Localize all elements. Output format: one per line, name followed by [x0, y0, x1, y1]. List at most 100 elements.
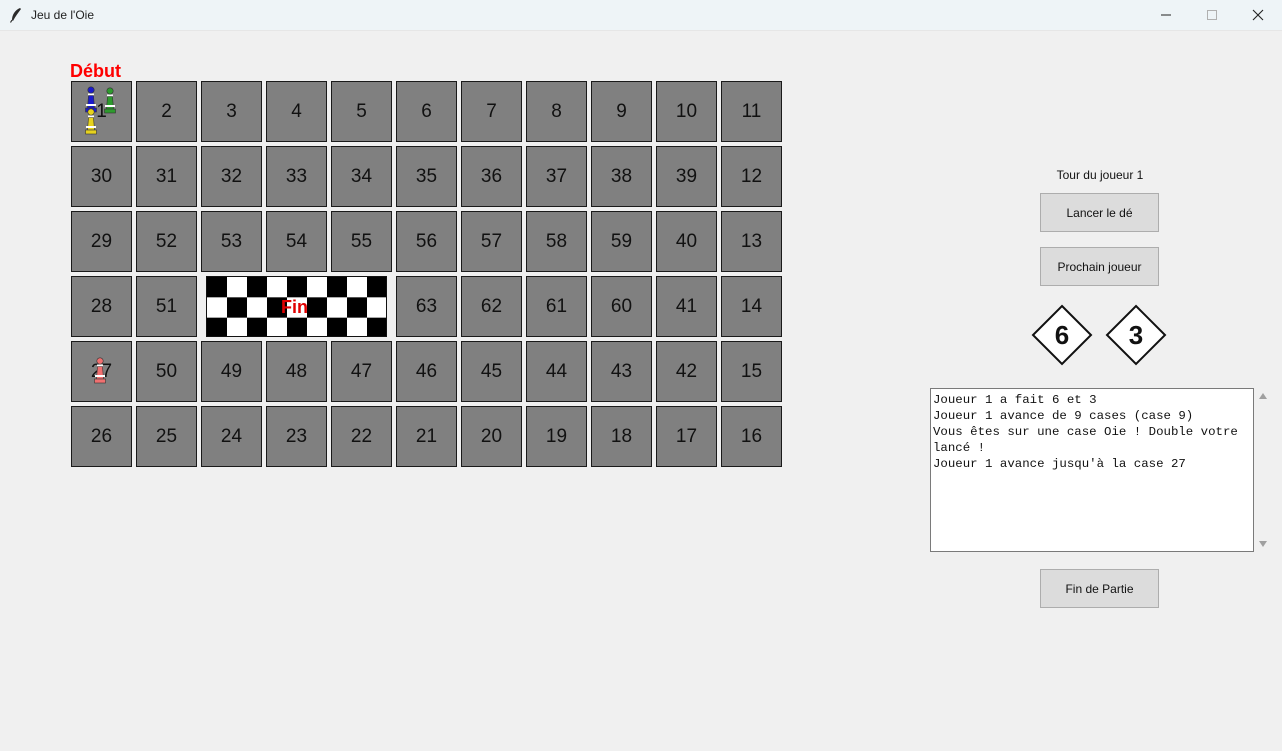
board-square: 61 [526, 276, 587, 337]
yellow-pawn-icon [84, 108, 98, 140]
roll-dice-button[interactable]: Lancer le dé [1040, 193, 1159, 232]
title-bar: Jeu de l'Oie [0, 0, 1282, 31]
finish-label: Fin [281, 297, 308, 317]
board-square: 36 [461, 146, 522, 207]
checker-square [347, 297, 368, 319]
next-player-button[interactable]: Prochain joueur [1040, 247, 1159, 286]
board-square: 25 [136, 406, 197, 467]
checker-square [367, 297, 386, 319]
board-square: 13 [721, 211, 782, 272]
board-square: 22 [331, 406, 392, 467]
checker-square [267, 317, 288, 336]
board-square: 51 [136, 276, 197, 337]
checker-square [227, 297, 248, 319]
board-square: 58 [526, 211, 587, 272]
checker-square [307, 297, 328, 319]
maximize-button[interactable] [1189, 0, 1235, 30]
board-square: 18 [591, 406, 652, 467]
game-log[interactable]: Joueur 1 a fait 6 et 3 Joueur 1 avance de… [930, 388, 1254, 552]
board-square: 12 [721, 146, 782, 207]
start-label: Début [70, 61, 121, 81]
checker-square [287, 317, 308, 336]
board-square: 7 [461, 81, 522, 142]
board-square: 28 [71, 276, 132, 337]
board-square: 29 [71, 211, 132, 272]
board-square: 5 [331, 81, 392, 142]
board-square: 1 [71, 81, 132, 142]
board-square: 31 [136, 146, 197, 207]
log-scrollbar[interactable] [1255, 388, 1271, 552]
board-square: 33 [266, 146, 327, 207]
checker-square [327, 277, 348, 298]
close-button[interactable] [1235, 0, 1281, 30]
die-1: 6 [1031, 304, 1093, 366]
board-square: 55 [331, 211, 392, 272]
board-square: 17 [656, 406, 717, 467]
board-square: 9 [591, 81, 652, 142]
board-square: 11 [721, 81, 782, 142]
die-2-value: 3 [1128, 319, 1144, 350]
maximize-icon [1207, 10, 1217, 20]
board-square: 2 [136, 81, 197, 142]
board-square: 26 [71, 406, 132, 467]
board-square: 4 [266, 81, 327, 142]
board-square: 56 [396, 211, 457, 272]
red-pawn-icon [93, 357, 107, 389]
scroll-up-icon[interactable] [1259, 393, 1267, 399]
checker-square [207, 297, 228, 319]
board-square: 35 [396, 146, 457, 207]
board-square: 40 [656, 211, 717, 272]
board-square: 52 [136, 211, 197, 272]
board-square: 38 [591, 146, 652, 207]
minimize-icon [1161, 14, 1171, 16]
log-line: Joueur 1 avance de 9 cases (case 9) [933, 409, 1194, 423]
checker-square [327, 317, 348, 336]
log-line: Joueur 1 avance jusqu'à la case 27 [933, 457, 1186, 471]
board-square: 39 [656, 146, 717, 207]
board-square: 62 [461, 276, 522, 337]
checker-square [207, 277, 228, 298]
log-line: Joueur 1 a fait 6 et 3 [933, 393, 1097, 407]
checker-square [247, 297, 268, 319]
checker-square [247, 317, 268, 336]
minimize-button[interactable] [1143, 0, 1189, 30]
board-square: 34 [331, 146, 392, 207]
checker-square [287, 277, 308, 298]
end-game-button[interactable]: Fin de Partie [1040, 569, 1159, 608]
board-square: 57 [461, 211, 522, 272]
board-square: 6 [396, 81, 457, 142]
checker-square [267, 277, 288, 298]
checker-square [307, 277, 328, 298]
checker-square [227, 277, 248, 298]
board-square: 45 [461, 341, 522, 402]
board-square: 19 [526, 406, 587, 467]
board-square: 21 [396, 406, 457, 467]
checker-square [367, 317, 386, 336]
board-square: 54 [266, 211, 327, 272]
board-square: 14 [721, 276, 782, 337]
board-square: 30 [71, 146, 132, 207]
checker-square [227, 317, 248, 336]
finish-area: Fin [206, 276, 387, 337]
turn-label: Tour du joueur 1 [1056, 168, 1144, 182]
board-square: 16 [721, 406, 782, 467]
board-square: 59 [591, 211, 652, 272]
board-square: 46 [396, 341, 457, 402]
checker-square [247, 277, 268, 298]
checker-square [207, 317, 228, 336]
board-square: 10 [656, 81, 717, 142]
board-square: 53 [201, 211, 262, 272]
checker-square [347, 317, 368, 336]
board-square: 44 [526, 341, 587, 402]
board-square: 48 [266, 341, 327, 402]
die-1-value: 6 [1054, 319, 1070, 350]
board-square: 60 [591, 276, 652, 337]
board-square: 3 [201, 81, 262, 142]
board-square: 43 [591, 341, 652, 402]
scroll-down-icon[interactable] [1259, 541, 1267, 547]
board-square: 41 [656, 276, 717, 337]
board-square: 37 [526, 146, 587, 207]
board-square: 20 [461, 406, 522, 467]
board-square: 49 [201, 341, 262, 402]
checker-square [367, 277, 386, 298]
